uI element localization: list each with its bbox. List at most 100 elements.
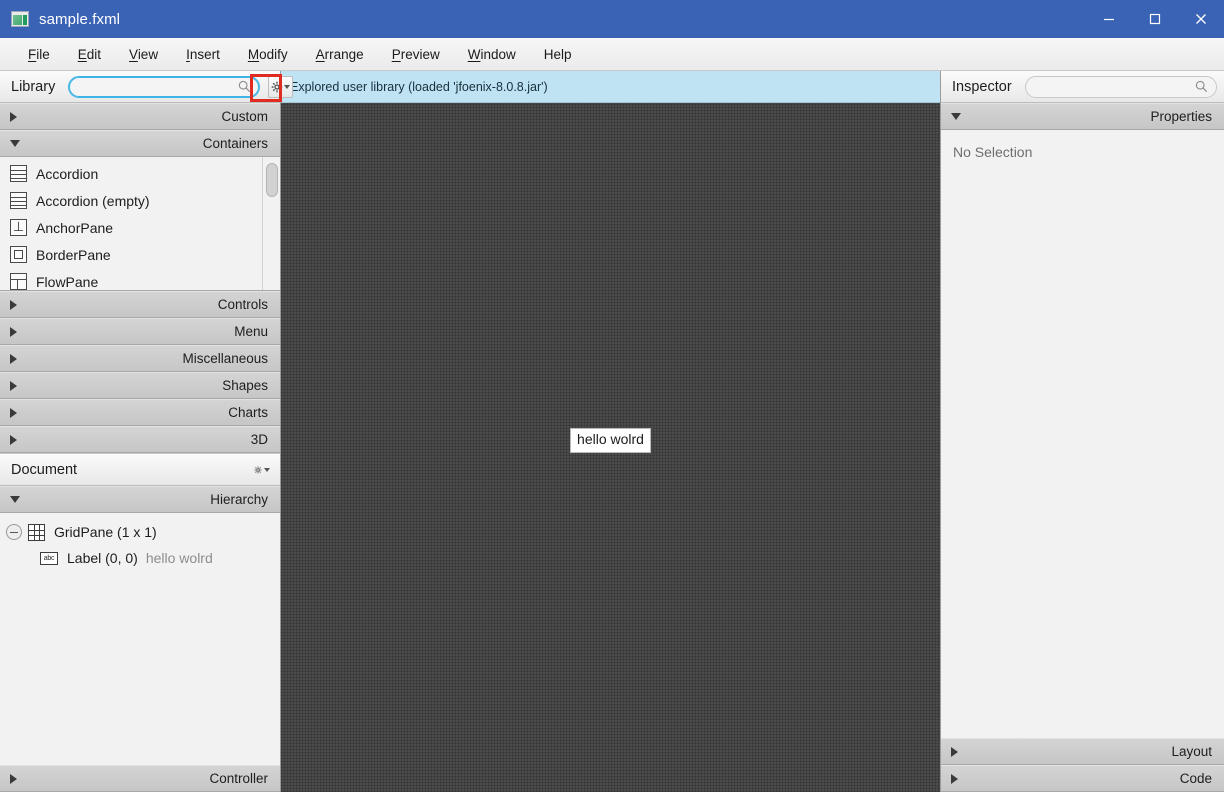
chevron-down-icon bbox=[284, 84, 291, 89]
library-section-menu[interactable]: Menu bbox=[0, 318, 280, 345]
menu-arrange-rest: rrange bbox=[324, 46, 364, 62]
library-section-controls[interactable]: Controls bbox=[0, 291, 280, 318]
inspector-section-layout-label: Layout bbox=[1171, 744, 1212, 759]
borderpane-icon bbox=[10, 246, 27, 263]
chevron-right-icon bbox=[10, 326, 17, 337]
menu-modify[interactable]: Modify bbox=[234, 44, 302, 65]
chevron-right-icon bbox=[10, 773, 17, 784]
library-gear-menu-button[interactable] bbox=[268, 75, 294, 98]
document-section-controller[interactable]: Controller bbox=[0, 765, 280, 792]
menu-help[interactable]: Help bbox=[530, 44, 586, 65]
library-section-shapes[interactable]: Shapes bbox=[0, 372, 280, 399]
anchorpane-icon bbox=[10, 218, 27, 236]
chevron-right-icon bbox=[10, 353, 17, 364]
tree-node-label: Label (0, 0) bbox=[67, 550, 138, 566]
list-item[interactable]: FlowPane bbox=[0, 268, 262, 290]
menu-preview[interactable]: Preview bbox=[378, 44, 454, 65]
library-section-miscellaneous[interactable]: Miscellaneous bbox=[0, 345, 280, 372]
list-item[interactable]: BorderPane bbox=[0, 241, 262, 268]
inspector-section-properties[interactable]: Properties bbox=[941, 103, 1224, 130]
window-controls bbox=[1086, 0, 1224, 38]
list-item-label: FlowPane bbox=[36, 273, 99, 290]
menu-edit-rest: dit bbox=[86, 46, 102, 62]
chevron-down-icon bbox=[951, 113, 961, 120]
inspector-section-layout[interactable]: Layout bbox=[941, 738, 1224, 765]
library-section-custom[interactable]: Custom bbox=[0, 103, 280, 130]
inspector-search-box[interactable] bbox=[1024, 75, 1217, 98]
library-item-list: Accordion Accordion (empty) AnchorPane B… bbox=[0, 157, 280, 291]
inspector-content: No Selection bbox=[941, 130, 1224, 738]
menu-file[interactable]: File bbox=[14, 44, 64, 65]
chevron-right-icon bbox=[10, 111, 17, 122]
menu-view-mnemonic: V bbox=[129, 46, 138, 62]
tree-node-label-item[interactable]: abc Label (0, 0) hello wolrd bbox=[0, 545, 280, 571]
library-section-menu-label: Menu bbox=[234, 324, 268, 339]
menu-edit[interactable]: Edit bbox=[64, 44, 115, 65]
maximize-icon[interactable] bbox=[1132, 0, 1178, 38]
accordion-icon bbox=[10, 192, 27, 209]
scrollbar-thumb[interactable] bbox=[265, 163, 278, 197]
library-search-input[interactable] bbox=[79, 79, 235, 94]
menu-view[interactable]: View bbox=[115, 44, 172, 65]
fxml-document-icon bbox=[11, 11, 29, 27]
main-body: Library Custom Containers Accordion Acco… bbox=[0, 71, 1224, 792]
tree-node-detail: hello wolrd bbox=[145, 550, 213, 566]
document-header: Document bbox=[0, 453, 280, 486]
list-item[interactable]: Accordion bbox=[0, 160, 262, 187]
library-section-containers[interactable]: Containers bbox=[0, 130, 280, 157]
gear-icon bbox=[254, 465, 262, 474]
list-item[interactable]: AnchorPane bbox=[0, 214, 262, 241]
list-item[interactable]: Accordion (empty) bbox=[0, 187, 262, 214]
menu-window-rest: indow bbox=[480, 46, 516, 62]
search-icon bbox=[239, 80, 251, 93]
close-icon[interactable] bbox=[1178, 0, 1224, 38]
document-gear-menu-button[interactable] bbox=[254, 463, 270, 477]
hierarchy-tree: GridPane (1 x 1) abc Label (0, 0) hello … bbox=[0, 513, 280, 765]
inspector-search-input[interactable] bbox=[1035, 79, 1191, 94]
inspector-section-properties-label: Properties bbox=[1150, 109, 1212, 124]
library-section-charts[interactable]: Charts bbox=[0, 399, 280, 426]
inspector-section-code-label: Code bbox=[1179, 771, 1212, 786]
chevron-right-icon bbox=[951, 746, 958, 757]
inspector-title: Inspector bbox=[952, 78, 1012, 95]
center-panel: Explored user library (loaded 'jfoenix-8… bbox=[281, 71, 941, 792]
menu-edit-mnemonic: E bbox=[77, 46, 87, 62]
list-item-label: Accordion (empty) bbox=[36, 192, 150, 209]
menu-window[interactable]: Window bbox=[454, 44, 530, 65]
inspector-section-code[interactable]: Code bbox=[941, 765, 1224, 792]
library-section-3d[interactable]: 3D bbox=[0, 426, 280, 453]
library-section-miscellaneous-label: Miscellaneous bbox=[182, 351, 268, 366]
tree-node-gridpane[interactable]: GridPane (1 x 1) bbox=[0, 519, 280, 545]
chevron-down-icon bbox=[10, 496, 20, 503]
canvas-label-node[interactable]: hello wolrd bbox=[570, 428, 651, 453]
status-bar: Explored user library (loaded 'jfoenix-8… bbox=[281, 71, 940, 103]
chevron-right-icon bbox=[10, 407, 17, 418]
minimize-icon[interactable] bbox=[1086, 0, 1132, 38]
flowpane-icon bbox=[10, 273, 27, 290]
menu-arrange[interactable]: Arrange bbox=[302, 44, 378, 65]
chevron-down-icon bbox=[264, 467, 270, 472]
library-title: Library bbox=[11, 78, 56, 95]
menu-file-rest: ile bbox=[36, 46, 50, 62]
menu-insert-rest: nsert bbox=[189, 46, 220, 62]
collapse-icon[interactable] bbox=[6, 524, 22, 540]
document-title: Document bbox=[11, 461, 78, 478]
window-title: sample.fxml bbox=[39, 10, 121, 28]
menu-insert[interactable]: Insert bbox=[172, 44, 234, 65]
menu-view-rest: iew bbox=[137, 46, 159, 62]
search-icon bbox=[1195, 80, 1207, 93]
library-section-containers-label: Containers bbox=[202, 136, 268, 151]
menu-arrange-mnemonic: A bbox=[315, 46, 325, 62]
list-item-label: AnchorPane bbox=[36, 219, 114, 236]
no-selection-text: No Selection bbox=[953, 144, 1033, 160]
chevron-right-icon bbox=[10, 380, 17, 391]
library-section-custom-label: Custom bbox=[221, 109, 268, 124]
status-message: Explored user library (loaded 'jfoenix-8… bbox=[290, 79, 548, 94]
library-search-box[interactable] bbox=[68, 75, 261, 98]
library-list-scrollbar[interactable] bbox=[262, 157, 280, 290]
library-section-3d-label: 3D bbox=[250, 432, 268, 447]
document-section-hierarchy[interactable]: Hierarchy bbox=[0, 486, 280, 513]
library-section-charts-label: Charts bbox=[228, 405, 268, 420]
menu-bar: File Edit View Insert Modify Arrange Pre… bbox=[0, 38, 1224, 71]
design-canvas[interactable]: hello wolrd bbox=[281, 103, 940, 792]
